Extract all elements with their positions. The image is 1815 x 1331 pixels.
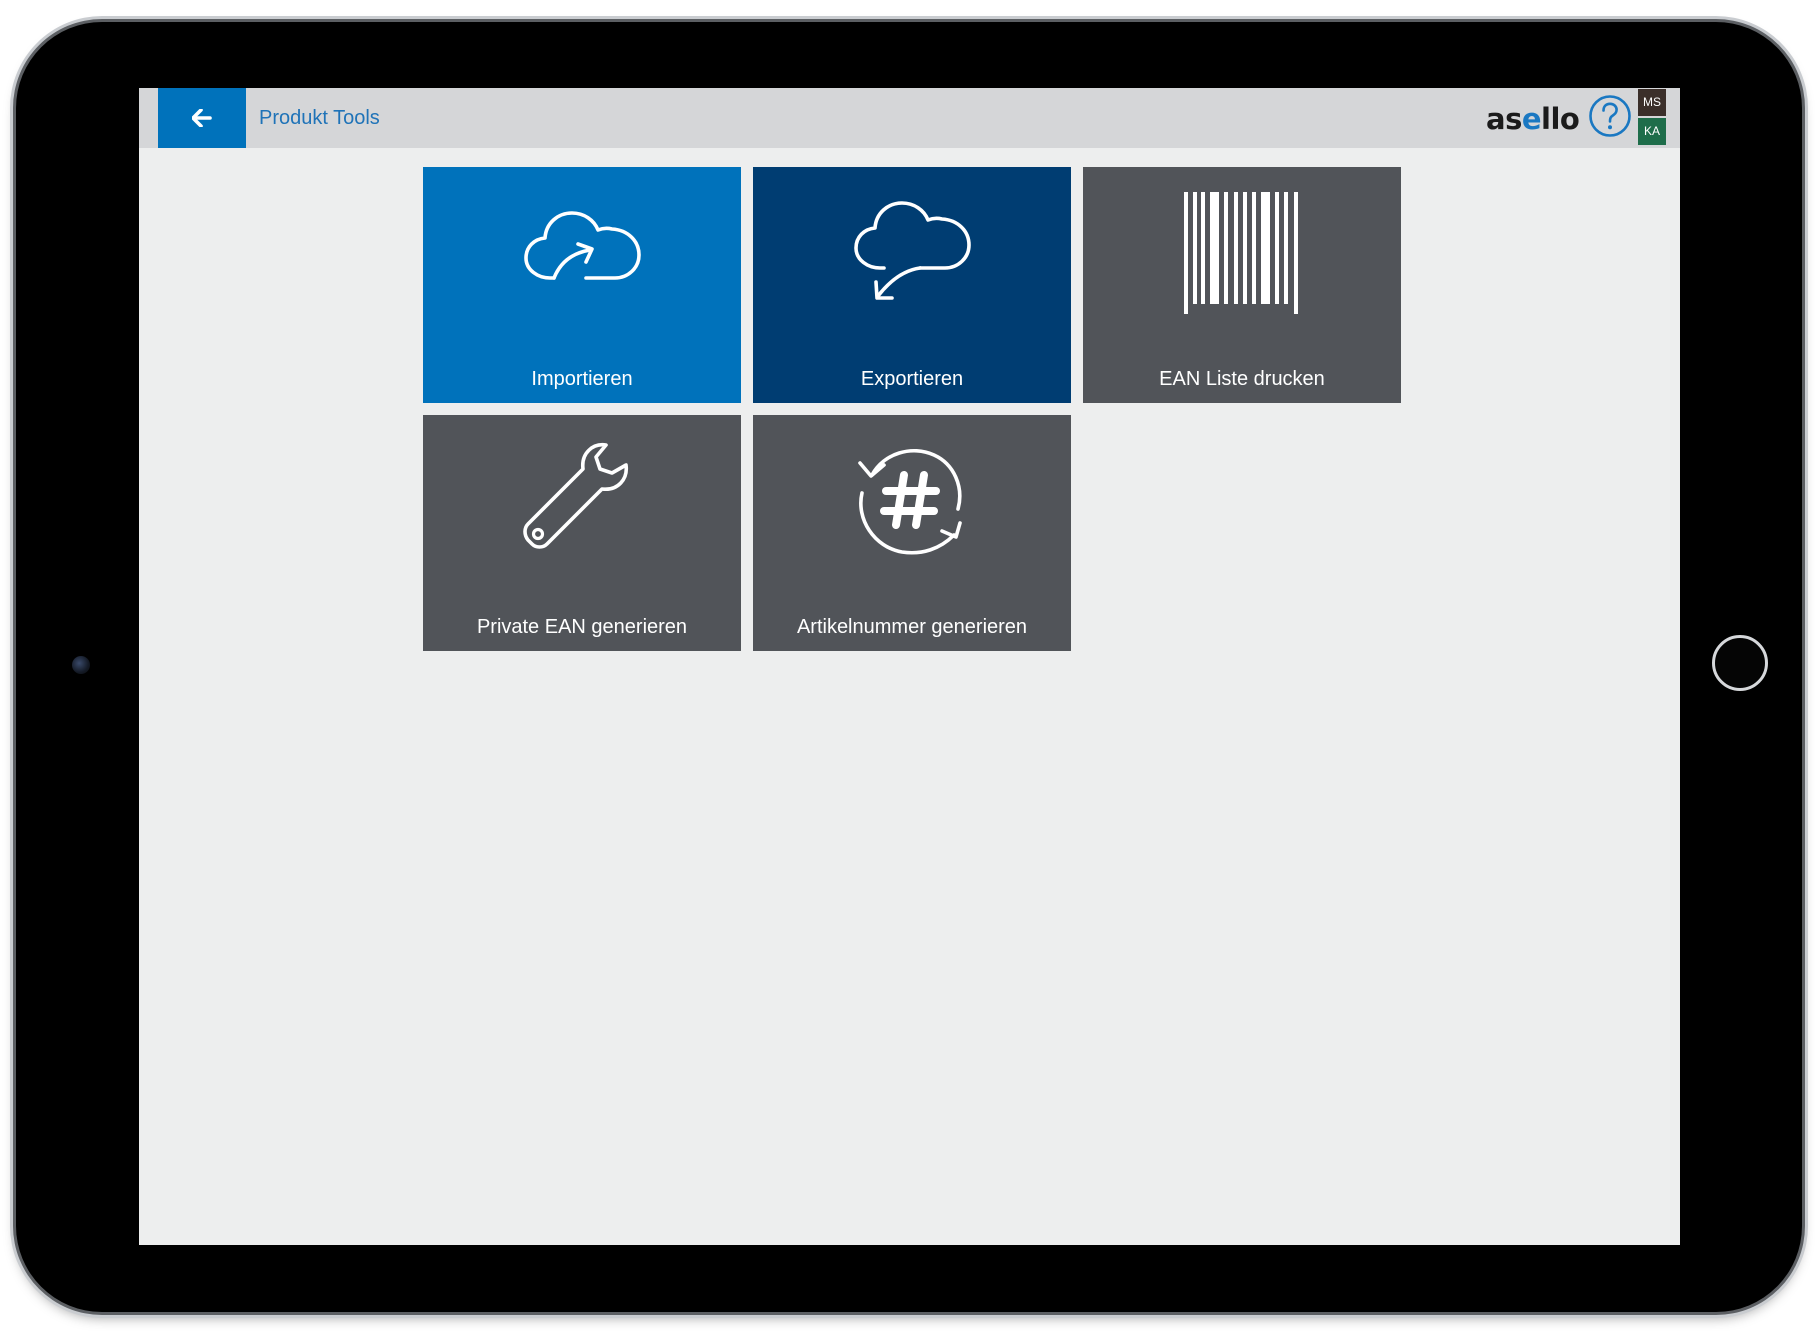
tile-label: Importieren [531,368,633,390]
tile-artikelnummer-generieren[interactable]: Artikelnummer generieren [753,415,1071,651]
logo-text-start: as [1486,102,1522,136]
tile-importieren[interactable]: Importieren [423,167,741,403]
wrench-icon [523,443,628,549]
tile-private-ean-generieren[interactable]: Private EAN generieren [423,415,741,651]
cloud-download-icon [854,201,971,300]
arrow-left-icon [192,109,212,127]
home-button[interactable] [1712,635,1768,691]
tile-label: EAN Liste drucken [1159,368,1325,390]
back-button[interactable] [158,88,246,148]
logo-text-accent: e [1521,102,1542,136]
cloud-upload-icon [524,211,641,280]
app-screen: Produkt Tools asello MS KA Importieren E… [139,88,1680,1245]
tile-ean-liste-drucken[interactable]: EAN Liste drucken [1083,167,1401,403]
barcode-icon [1184,192,1298,314]
camera-lens [72,656,90,674]
user-badge-ms[interactable]: MS [1638,89,1666,116]
app-logo: asello [1486,99,1580,139]
tile-exportieren[interactable]: Exportieren [753,167,1071,403]
tile-label: Artikelnummer generieren [796,616,1028,638]
logo-text-end: llo [1541,102,1580,136]
tile-label: Private EAN generieren [476,616,688,638]
help-button[interactable] [1588,94,1632,138]
page-title: Produkt Tools [259,107,380,129]
question-circle-icon [1589,95,1631,137]
tile-label: Exportieren [860,368,964,390]
hash-refresh-icon [858,449,962,555]
user-badge-ka[interactable]: KA [1638,118,1666,145]
top-bar: Produkt Tools asello MS KA [139,88,1680,148]
